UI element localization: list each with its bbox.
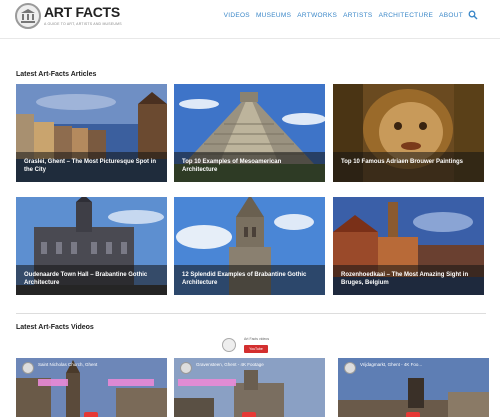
channel-logo[interactable] [222, 338, 236, 352]
video-channel-avatar [344, 362, 356, 374]
article-card[interactable]: 12 Splendid Examples of Brabantine Gothi… [174, 197, 325, 295]
brand[interactable]: ART FACTS A GUIDE TO ART, ARTISTS AND MU… [44, 5, 122, 26]
channel-name: Art Facts videos [244, 337, 270, 341]
article-card[interactable]: Oudenaarde Town Hall – Brabantine Gothic… [16, 197, 167, 295]
nav-artworks[interactable]: ARTWORKS [294, 12, 340, 19]
video-title[interactable]: Saint Nicholas Church, Ghent [38, 362, 97, 367]
videos-section-title: Latest Art-Facts Videos [16, 324, 94, 331]
articles-section-title: Latest Art-Facts Articles [16, 71, 97, 78]
nav-architecture[interactable]: ARCHITECTURE [376, 12, 437, 19]
nav-museums[interactable]: MUSEUMS [253, 12, 294, 19]
video-highlight [178, 379, 236, 386]
article-title[interactable]: Top 10 Famous Adriaen Brouwer Paintings [341, 158, 476, 166]
search-icon[interactable] [468, 10, 478, 20]
article-caption: Oudenaarde Town Hall – Brabantine Gothic… [16, 265, 167, 295]
article-title[interactable]: Rozenhoedkaai – The Most Amazing Sight i… [341, 271, 476, 287]
article-caption: Top 10 Examples of Mesoamerican Architec… [174, 152, 325, 182]
article-card[interactable]: Top 10 Famous Adriaen Brouwer Paintings [333, 84, 484, 182]
play-icon[interactable] [406, 412, 420, 417]
video-thumbnail[interactable]: Gravensteen, Ghent - 4K Footage [174, 358, 325, 417]
video-thumbnail[interactable]: Vrijdagmarkt, Ghent - 4K Foo... [338, 358, 489, 417]
video-title[interactable]: Vrijdagmarkt, Ghent - 4K Foo... [360, 362, 422, 367]
video-highlight [108, 379, 154, 386]
video-channel-avatar [180, 362, 192, 374]
brand-tagline: A GUIDE TO ART, ARTISTS AND MUSEUMS [44, 22, 122, 26]
main-nav: VIDEOS MUSEUMS ARTWORKS ARTISTS ARCHITEC… [221, 12, 466, 19]
article-card[interactable]: Rozenhoedkaai – The Most Amazing Sight i… [333, 197, 484, 295]
header-rule [0, 38, 500, 39]
article-caption: Graslei, Ghent – The Most Picturesque Sp… [16, 152, 167, 182]
article-title[interactable]: Oudenaarde Town Hall – Brabantine Gothic… [24, 271, 159, 287]
article-caption: Rozenhoedkaai – The Most Amazing Sight i… [333, 265, 484, 295]
site-header: ART FACTS A GUIDE TO ART, ARTISTS AND MU… [0, 0, 500, 38]
article-card[interactable]: Top 10 Examples of Mesoamerican Architec… [174, 84, 325, 182]
nav-artists[interactable]: ARTISTS [340, 12, 375, 19]
nav-about[interactable]: ABOUT [436, 12, 466, 19]
article-title[interactable]: Top 10 Examples of Mesoamerican Architec… [182, 158, 317, 174]
youtube-subscribe-button[interactable]: YouTube [244, 345, 268, 353]
article-title[interactable]: Graslei, Ghent – The Most Picturesque Sp… [24, 158, 159, 174]
nav-videos[interactable]: VIDEOS [221, 12, 253, 19]
video-title[interactable]: Gravensteen, Ghent - 4K Footage [196, 362, 264, 367]
video-thumbnail[interactable]: Saint Nicholas Church, Ghent [16, 358, 167, 417]
brand-title: ART FACTS [44, 4, 120, 20]
video-channel-avatar [22, 362, 34, 374]
section-divider [16, 313, 486, 314]
museum-icon [21, 9, 35, 23]
site-logo[interactable] [15, 3, 41, 29]
article-card[interactable]: Graslei, Ghent – The Most Picturesque Sp… [16, 84, 167, 182]
video-highlight [38, 379, 68, 386]
play-icon[interactable] [84, 412, 98, 417]
play-icon[interactable] [242, 412, 256, 417]
article-caption: Top 10 Famous Adriaen Brouwer Paintings [333, 152, 484, 182]
article-caption: 12 Splendid Examples of Brabantine Gothi… [174, 265, 325, 295]
article-title[interactable]: 12 Splendid Examples of Brabantine Gothi… [182, 271, 317, 287]
